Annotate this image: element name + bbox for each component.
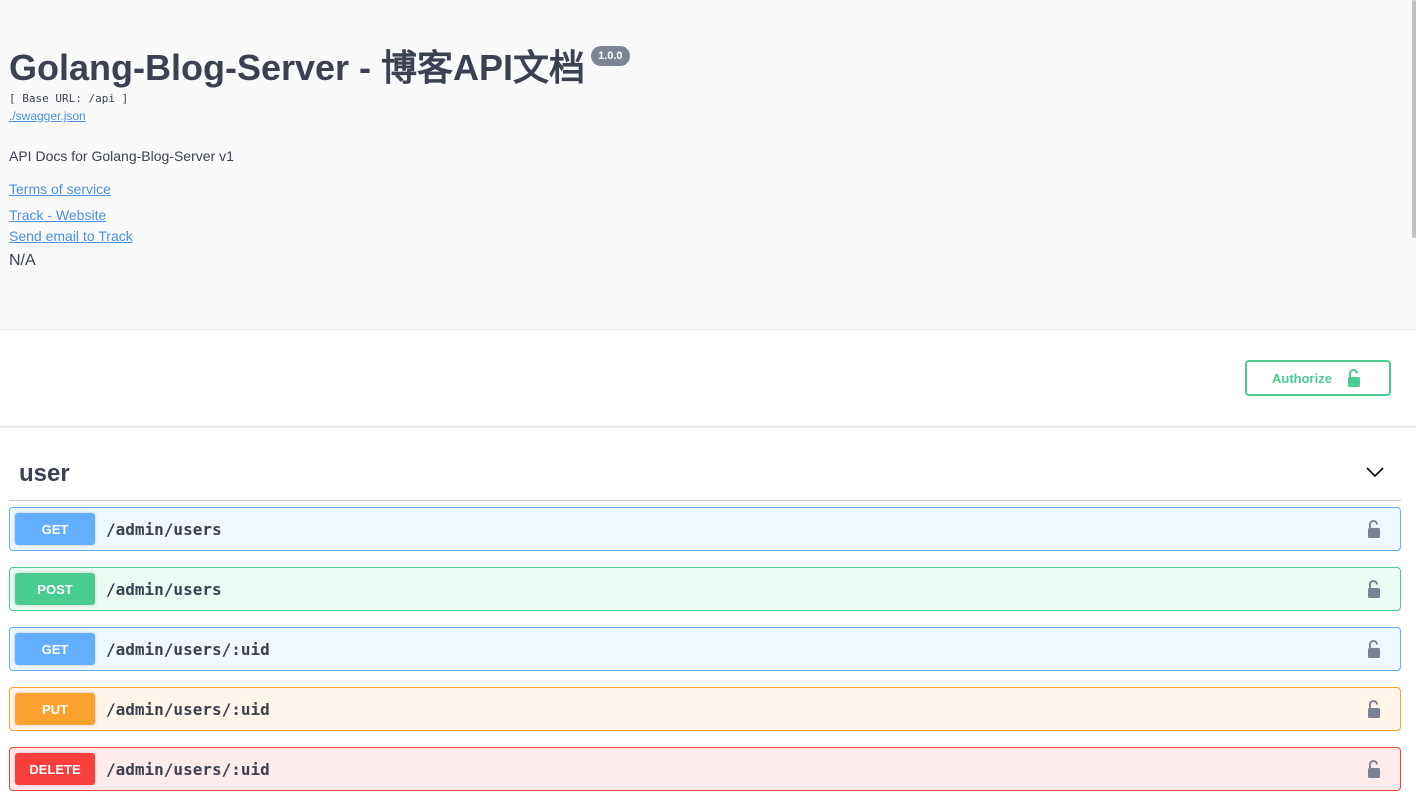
scheme-container: Authorize (0, 330, 1416, 426)
operations-list: GET/admin/users POST/admin/users GET/admin… (9, 507, 1401, 791)
chevron-down-icon[interactable] (1365, 462, 1385, 482)
operation-put[interactable]: PUT/admin/users/:uid (9, 687, 1401, 731)
unlock-icon[interactable] (1364, 759, 1384, 779)
operation-path: /admin/users (106, 579, 222, 599)
method-badge: GET (15, 633, 95, 665)
authorize-button[interactable]: Authorize (1245, 360, 1391, 396)
unlock-icon[interactable] (1364, 579, 1384, 599)
method-badge: POST (15, 573, 95, 605)
page-title: Golang-Blog-Server - 博客API文档 (9, 47, 586, 88)
info-section: Golang-Blog-Server - 博客API文档 1.0.0 [ Bas… (0, 0, 1416, 330)
tag-header[interactable]: user (9, 426, 1401, 501)
operation-get[interactable]: GET/admin/users/:uid (9, 627, 1401, 671)
version-badge: 1.0.0 (591, 46, 630, 66)
authorize-label: Authorize (1272, 370, 1332, 386)
method-badge: GET (15, 513, 95, 545)
operation-path: /admin/users/:uid (106, 639, 270, 659)
website-link[interactable]: Track - Website (9, 207, 1407, 223)
method-badge: PUT (15, 693, 95, 725)
operation-delete[interactable]: DELETE/admin/users/:uid (9, 747, 1401, 791)
title-row: Golang-Blog-Server - 博客API文档 1.0.0 (9, 40, 1407, 88)
unlock-icon (1347, 369, 1360, 387)
tag-name: user (19, 460, 70, 487)
scrollbar[interactable] (1412, 0, 1416, 238)
terms-of-service-link[interactable]: Terms of service (9, 181, 1407, 197)
operation-get[interactable]: GET/admin/users (9, 507, 1401, 551)
unlock-icon[interactable] (1364, 639, 1384, 659)
unlock-icon[interactable] (1364, 699, 1384, 719)
operation-path: /admin/users/:uid (106, 699, 270, 719)
tag-section-user: user GET/admin/users POST/admin/users GET /… (0, 426, 1416, 791)
operation-path: /admin/users (106, 519, 222, 539)
method-badge: DELETE (15, 753, 95, 785)
email-link[interactable]: Send email to Track (9, 228, 1407, 244)
api-description: API Docs for Golang-Blog-Server v1 (9, 148, 234, 164)
base-url: [ Base URL: /api ] (9, 92, 129, 105)
operation-path: /admin/users/:uid (106, 759, 270, 779)
operation-post[interactable]: POST/admin/users (9, 567, 1401, 611)
swagger-json-link[interactable]: ./swagger.json (9, 109, 1407, 123)
unlock-icon[interactable] (1364, 519, 1384, 539)
license-text: N/A (9, 252, 36, 269)
